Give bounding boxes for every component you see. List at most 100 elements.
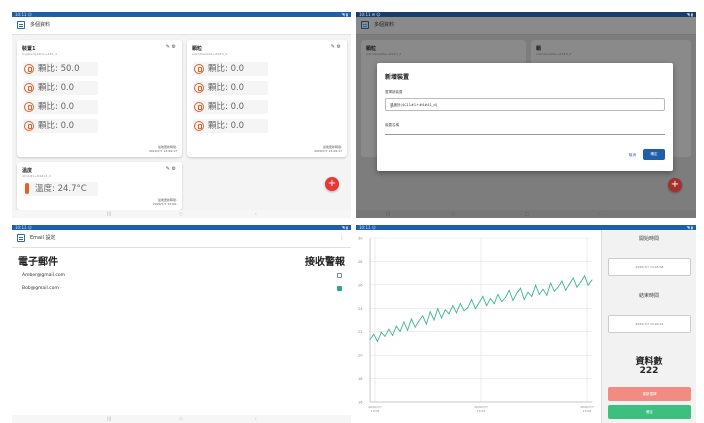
data-point [535, 284, 537, 286]
cancel-button[interactable]: 取消 [629, 153, 636, 158]
device-card-1[interactable]: 裝置1 lingsheng2#11+4#1_d ✎ ⚙ 顆比: 50.0 顆比:… [17, 40, 182, 157]
reading-row: 顆比: 0.0 [23, 119, 98, 133]
data-point [538, 293, 540, 295]
data-point [489, 297, 491, 299]
name-label: 裝置名稱 [385, 123, 399, 127]
data-point [418, 320, 420, 322]
sensor-gauge-icon [194, 64, 204, 74]
data-point [410, 318, 412, 320]
start-time-field[interactable]: 2020/7/7 13:05:08 [608, 258, 691, 276]
email-address: Amber@gmail.com [22, 273, 65, 278]
y-tick-label: 28 [358, 260, 362, 264]
y-tick-label: 16 [358, 401, 362, 405]
data-point [422, 315, 424, 317]
data-point [512, 300, 514, 302]
add-device-dialog: 新增裝置 選擇新裝置 溫度計(4C11#1+#4#41_d) ⌄ 裝置名稱 取消… [377, 63, 673, 171]
sensor-gauge-icon [24, 64, 34, 74]
app-title: 多個資料 [374, 22, 395, 28]
device-name: 裝置1 [22, 46, 36, 52]
sensor-gauge-icon [194, 121, 204, 131]
data-point [591, 279, 593, 281]
data-point [493, 303, 495, 305]
app-bar: 多個資料 [12, 17, 351, 35]
alert-checkbox[interactable] [337, 273, 342, 278]
data-point [425, 323, 427, 325]
data-point [395, 325, 397, 327]
end-time-label: 結束時間 [638, 293, 659, 299]
edit-icon[interactable]: ✎ [331, 44, 335, 50]
device-card-2[interactable]: 顆粒 sda7dbaa03e+#4#4_d ✎ ⚙ 顆比: 0.0 顆比: 0.… [187, 40, 347, 157]
last-updated: 最後更新時間: 2020/7/7 13:09:17 [314, 145, 342, 153]
reading-value: 顆比: 0.0 [208, 83, 245, 93]
data-point [587, 284, 589, 286]
nav-bar: ||| ○ ‹ [12, 415, 351, 423]
data-point [433, 319, 435, 321]
sensor-gauge-icon [194, 102, 204, 112]
data-point [403, 321, 405, 323]
data-point [508, 289, 510, 291]
x-tick-label: 13:09 [583, 409, 592, 413]
add-icon[interactable]: + [668, 178, 682, 192]
data-point [474, 308, 476, 310]
y-tick-label: 24 [358, 307, 363, 311]
menu-icon[interactable] [17, 234, 25, 242]
line-chart[interactable]: 30282624222018162020/7/713:052020/7/713:… [356, 230, 601, 423]
range-panel: 開始時間 2020/7/7 13:05:08 結束時間 2020/7/7 13:… [601, 230, 696, 423]
data-point [523, 299, 525, 300]
menu-icon[interactable] [361, 21, 369, 29]
more-icon[interactable]: ⋮ [339, 234, 345, 241]
alert-checkbox[interactable] [337, 286, 342, 291]
data-point [583, 275, 585, 277]
data-point [482, 295, 484, 297]
reading-row: 顆比: 0.0 [193, 100, 268, 114]
data-point [576, 286, 578, 288]
settings-icon[interactable]: ⚙ [172, 44, 176, 50]
device-name: 顆粒 [192, 46, 203, 52]
edit-icon[interactable]: ✎ [166, 166, 170, 172]
data-point [568, 283, 570, 285]
last-updated: 最後更新時間: 2020/7/7 13:09: [152, 198, 177, 206]
menu-icon[interactable] [17, 21, 25, 29]
reading-value: 顆比: 0.0 [208, 102, 245, 112]
data-point [531, 295, 533, 297]
data-point [456, 312, 458, 314]
end-time-field[interactable]: 2020/7/7 13:09:19 [608, 315, 691, 333]
data-point [373, 333, 375, 335]
reading-row: 顆比: 0.0 [193, 81, 268, 95]
chart-area: 30 28 26 24 22 20 18 16 2020/7/7 13:05 2020/7/7 13:… [356, 230, 601, 423]
data-point [448, 313, 450, 315]
data-point [486, 305, 488, 307]
device-select[interactable]: 溫度計(4C11#1+#4#41_d) ⌄ [385, 98, 665, 111]
data-point [399, 330, 401, 332]
device-name-input[interactable] [385, 134, 665, 135]
add-icon[interactable]: + [325, 177, 339, 191]
nav-bar: ||| ○ ‹ [12, 210, 351, 218]
data-point [444, 309, 446, 311]
screen-history-chart: 10:11 ☺ ◥ ▮ 30 28 26 24 22 20 18 16 2020/7/7 13:05… [356, 225, 696, 423]
data-point [542, 288, 544, 290]
data-point [501, 301, 503, 303]
reading-row: 溫度: 24.7°C [23, 182, 98, 196]
data-point [553, 290, 555, 292]
device-card-3[interactable]: 溫度 4C11#1+#4#41_d ✎ ⚙ 溫度: 24.7°C 最後更新時間:… [17, 162, 182, 210]
device-name: 溫度 [22, 168, 33, 174]
screen-add-device: 10:11 ✉ ☺ ◥ ▮ 多個資料 顆粒 sda7dbaa03e+#4#4_d … [356, 12, 696, 218]
dialog-title: 新增裝置 [385, 74, 410, 81]
confirm-button[interactable]: 確定 [643, 149, 665, 160]
start-time-label: 開始時間 [638, 236, 659, 242]
data-point [565, 289, 567, 291]
column-email: 電子郵件 [18, 257, 58, 268]
settings-icon[interactable]: ⚙ [337, 44, 341, 50]
data-point [392, 334, 394, 336]
sensor-gauge-icon [194, 83, 204, 93]
edit-icon[interactable]: ✎ [166, 44, 170, 50]
reading-row: 顆比: 0.0 [23, 100, 98, 114]
confirm-button[interactable]: 確定 [608, 405, 691, 419]
last-updated: 最後更新時間: 2020/7/7 13:09:17 [149, 145, 177, 153]
data-point [452, 305, 454, 307]
app-title: 多個資料 [30, 22, 51, 28]
settings-icon[interactable]: ⚙ [172, 166, 176, 172]
y-tick-label: 18 [358, 377, 362, 381]
data-count-value: 222 [639, 366, 659, 376]
reset-button[interactable]: 重新選擇 [608, 387, 691, 401]
